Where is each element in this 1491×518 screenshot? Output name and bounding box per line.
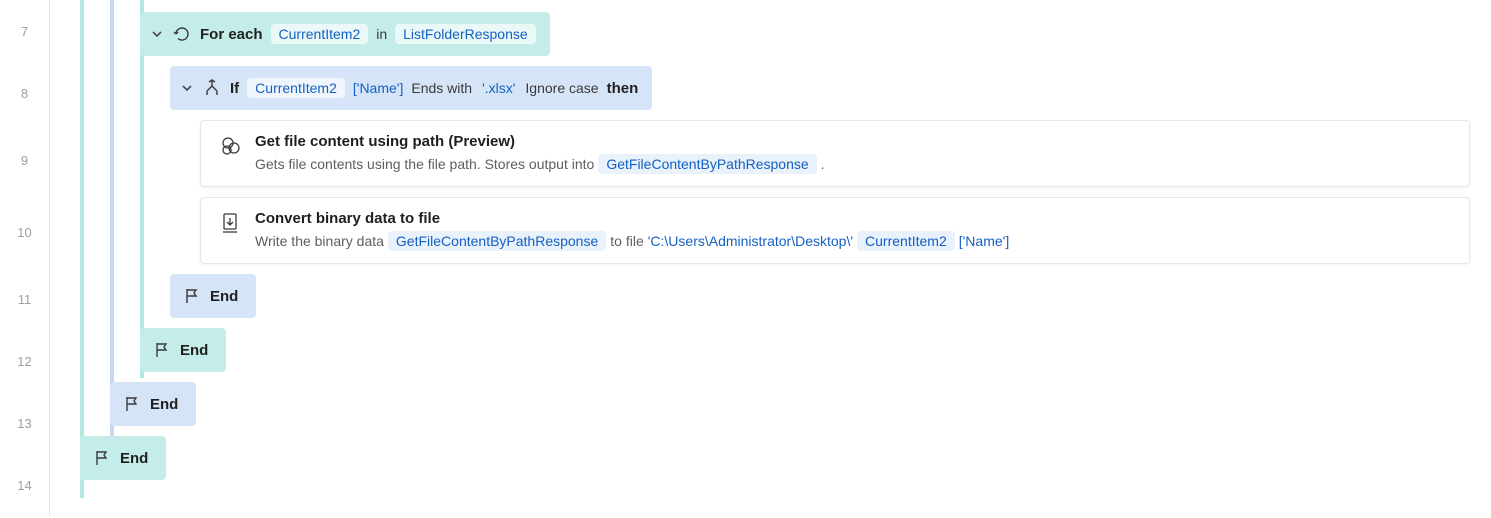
if-keyword: If [230, 80, 239, 97]
collapse-toggle[interactable] [150, 27, 164, 41]
collapse-toggle[interactable] [180, 81, 194, 95]
in-keyword: in [376, 26, 387, 42]
end-step[interactable]: End [50, 436, 1491, 480]
literal-path: 'C:\Users\Administrator\Desktop\' [648, 233, 853, 249]
action-description: to file [610, 233, 643, 249]
foreach-collection-token[interactable]: ListFolderResponse [395, 24, 536, 44]
then-keyword: then [607, 80, 639, 97]
option-text: Ignore case [525, 80, 598, 96]
action-get-file-content[interactable]: Get file content using path (Preview) Ge… [50, 120, 1491, 187]
line-number: 9 [0, 124, 49, 196]
loop-icon [172, 24, 192, 44]
file-download-icon [217, 210, 243, 236]
end-step[interactable]: End [50, 382, 1491, 426]
end-foreach-step[interactable]: End [50, 328, 1491, 372]
action-title: Convert binary data to file [255, 210, 1009, 227]
input-variable-token[interactable]: GetFileContentByPathResponse [388, 231, 606, 251]
action-convert-binary[interactable]: Convert binary data to file Write the bi… [50, 197, 1491, 264]
end-keyword: End [210, 288, 238, 305]
foreach-step[interactable]: For each CurrentItem2 in ListFolderRespo… [50, 12, 1491, 56]
if-variable-token[interactable]: CurrentItem2 [247, 78, 345, 98]
if-step[interactable]: If CurrentItem2 ['Name'] Ends with '.xls… [50, 66, 1491, 110]
end-keyword: End [180, 342, 208, 359]
line-number: 7 [0, 0, 49, 62]
end-keyword: End [150, 396, 178, 413]
line-number: 14 [0, 454, 49, 516]
punct: . [821, 156, 825, 172]
flag-icon [122, 394, 142, 414]
line-number: 11 [0, 268, 49, 330]
sharepoint-icon [217, 133, 243, 159]
flag-icon [152, 340, 172, 360]
action-title: Get file content using path (Preview) [255, 133, 825, 150]
operator-text: Ends with [411, 80, 472, 96]
line-number-gutter: 7 8 9 10 11 12 13 14 [0, 0, 50, 516]
end-keyword: End [120, 450, 148, 467]
line-number: 12 [0, 330, 49, 392]
variable-token[interactable]: CurrentItem2 [857, 231, 955, 251]
line-number: 13 [0, 392, 49, 454]
foreach-keyword: For each [200, 26, 263, 43]
literal-value: '.xlsx' [480, 80, 517, 96]
flag-icon [182, 286, 202, 306]
property-accessor: ['Name'] [959, 233, 1009, 249]
action-description: Write the binary data [255, 233, 384, 249]
property-accessor: ['Name'] [353, 80, 403, 96]
line-number: 8 [0, 62, 49, 124]
foreach-variable-token[interactable]: CurrentItem2 [271, 24, 369, 44]
flag-icon [92, 448, 112, 468]
end-if-step[interactable]: End [50, 274, 1491, 318]
action-description: Gets file contents using the file path. … [255, 156, 594, 172]
output-variable-token[interactable]: GetFileContentByPathResponse [598, 154, 816, 174]
branch-icon [202, 78, 222, 98]
line-number: 10 [0, 196, 49, 268]
